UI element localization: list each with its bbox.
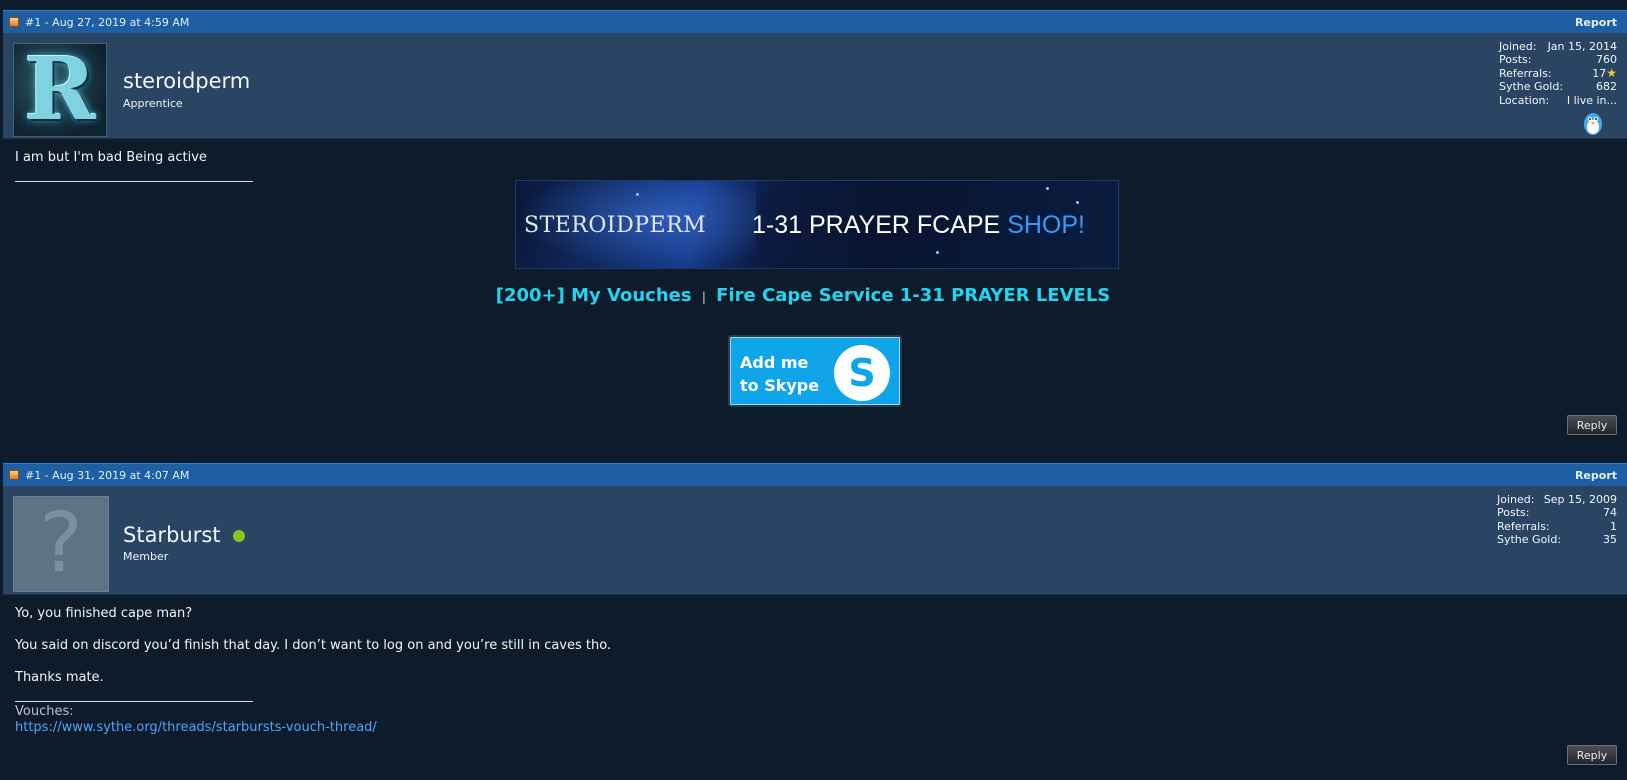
user-info-bar: ? Starburst Member Joined: Sep 15, 2009 P… <box>3 486 1627 595</box>
signature-divider <box>15 181 253 182</box>
post-1: #1 - Aug 27, 2019 at 4:59 AM Report R st… <box>3 10 1627 446</box>
post-header: #1 - Aug 27, 2019 at 4:59 AM Report <box>3 10 1627 33</box>
post-message-line: You said on discord you’d finish that da… <box>15 638 612 653</box>
user-title: Member <box>123 550 169 563</box>
banner-sparkle <box>636 193 639 196</box>
username[interactable]: steroidperm <box>123 69 250 93</box>
skype-icon: S <box>834 345 890 401</box>
post-permalink[interactable]: #1 - Aug 27, 2019 at 4:59 AM <box>25 16 189 29</box>
post-2: #1 - Aug 31, 2019 at 4:07 AM Report ? St… <box>3 463 1627 780</box>
vouch-thread-link[interactable]: https://www.sythe.org/threads/starbursts… <box>15 720 377 735</box>
signature-divider <box>15 701 253 702</box>
vouches-link[interactable]: [200+] My Vouches <box>496 285 692 306</box>
user-stats: Joined: Jan 15, 2014 Posts: 760 Referrals:… <box>1499 40 1617 107</box>
vouches-label: Vouches: <box>15 704 74 719</box>
stat-referrals: Referrals: 17★ <box>1499 65 1617 80</box>
top-strip <box>0 0 1627 10</box>
stat-sythe-gold: Sythe Gold: 35 <box>1497 533 1617 547</box>
user-title: Apprentice <box>123 97 183 110</box>
reply-button[interactable]: Reply <box>1567 745 1617 765</box>
reply-button[interactable]: Reply <box>1567 415 1617 435</box>
online-status-icon <box>232 530 245 542</box>
service-link[interactable]: Fire Cape Service 1-31 PRAYER LEVELS <box>716 285 1110 306</box>
banner-name: STEROIDPERM <box>524 213 707 238</box>
post-icon <box>9 17 19 27</box>
skype-button[interactable]: Add me to Skype S <box>728 335 902 407</box>
banner-tagline: 1-31 PRAYER FCAPE SHOP! <box>752 211 1085 239</box>
avatar-placeholder-icon: ? <box>39 496 83 591</box>
signature-links: [200+] My Vouches | Fire Cape Service 1-… <box>3 285 1603 306</box>
post-header-left: #1 - Aug 31, 2019 at 4:07 AM <box>9 469 189 482</box>
report-link[interactable]: Report <box>1575 16 1617 29</box>
avatar[interactable]: ? <box>13 496 109 592</box>
stat-joined: Joined: Jan 15, 2014 <box>1499 40 1617 53</box>
post-permalink[interactable]: #1 - Aug 31, 2019 at 4:07 AM <box>25 469 189 482</box>
penguin-mascot-icon <box>1584 113 1602 135</box>
banner-sparkle <box>1046 187 1049 190</box>
stat-joined: Joined: Sep 15, 2009 <box>1497 493 1617 506</box>
page: #1 - Aug 27, 2019 at 4:59 AM Report R st… <box>0 0 1627 780</box>
post-header-left: #1 - Aug 27, 2019 at 4:59 AM <box>9 16 189 29</box>
post-icon <box>9 470 19 480</box>
post-message-line: Yo, you finished cape man? <box>15 606 193 621</box>
username[interactable]: Starburst <box>123 523 245 547</box>
skype-text: Add me to Skype <box>740 353 820 395</box>
banner-sparkle <box>936 251 939 254</box>
link-separator: | <box>701 290 706 304</box>
star-icon: ★ <box>1606 65 1617 80</box>
stat-location: Location: I live in... <box>1499 93 1617 107</box>
post-message: I am but I'm bad Being active <box>15 150 207 165</box>
stat-posts: Posts: 760 <box>1499 53 1617 67</box>
avatar[interactable]: R <box>13 43 107 137</box>
stat-posts: Posts: 74 <box>1497 506 1617 520</box>
user-stats: Joined: Sep 15, 2009 Posts: 74 Referrals: 1… <box>1497 493 1617 547</box>
post-message-line: Thanks mate. <box>15 670 104 685</box>
signature-banner[interactable]: STEROIDPERM 1-31 PRAYER FCAPE SHOP! <box>515 180 1119 269</box>
avatar-letter: R <box>24 39 96 140</box>
post-header: #1 - Aug 31, 2019 at 4:07 AM Report <box>3 463 1627 486</box>
stat-referrals: Referrals: 1 <box>1497 519 1617 533</box>
banner-sparkle <box>1076 201 1079 204</box>
post-body: I am but I'm bad Being active STEROIDPER… <box>3 139 1627 445</box>
stat-sythe-gold: Sythe Gold: 682 <box>1499 80 1617 94</box>
user-info-bar: R steroidperm Apprentice Joined: Jan 15, … <box>3 33 1627 139</box>
post-body: Yo, you finished cape man? You said on d… <box>3 595 1627 780</box>
report-link[interactable]: Report <box>1575 469 1617 482</box>
